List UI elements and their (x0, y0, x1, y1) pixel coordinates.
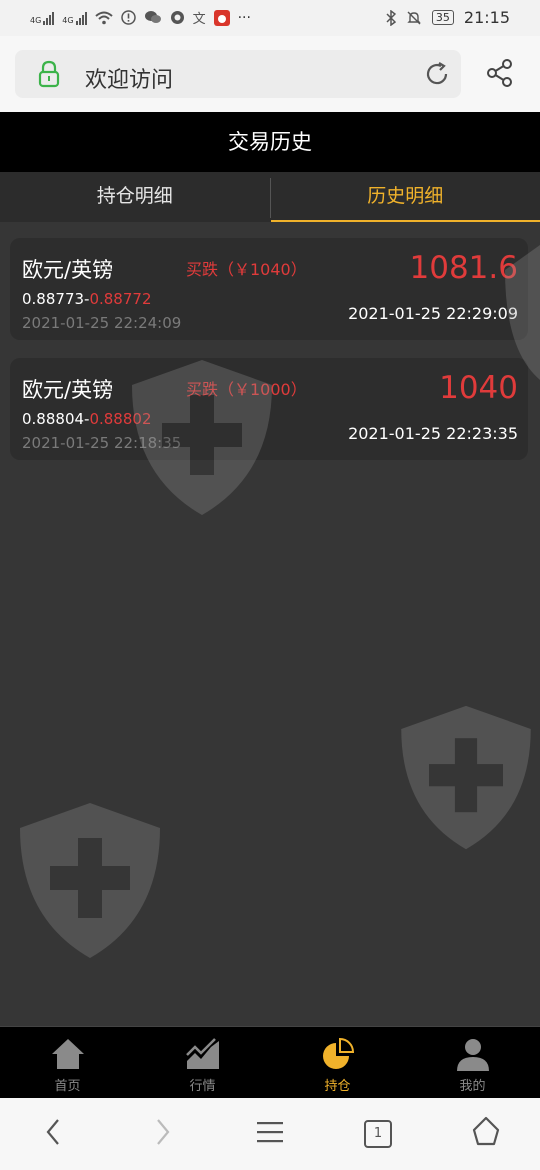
home-icon (51, 1039, 84, 1069)
shield-watermark-icon (20, 803, 160, 958)
tab-bar: 持仓明细 历史明细 (0, 172, 540, 222)
menu-icon[interactable] (255, 1114, 285, 1150)
reload-icon[interactable] (423, 60, 451, 88)
signal-icon-2: 4G (62, 11, 87, 25)
app-icon (170, 11, 184, 24)
share-icon[interactable] (486, 58, 514, 88)
signal-icon: 4G (30, 11, 55, 25)
more-notifications-icon: ··· (237, 9, 251, 26)
home-page-icon[interactable] (470, 1114, 502, 1150)
page-title-in-url: 欢迎访问 (85, 68, 174, 93)
status-bar: 4G 4G 文 ··· 35 21:15 (0, 0, 540, 36)
nav-home[interactable]: 首页 (0, 1027, 135, 1099)
close-time: 2021-01-25 22:23:35 (348, 424, 518, 443)
shield-watermark-icon (401, 705, 531, 850)
tab-positions[interactable]: 持仓明细 (0, 172, 270, 222)
market-chart-icon (185, 1038, 219, 1069)
page-header: 交易历史 (0, 112, 540, 172)
alert-icon (120, 10, 136, 25)
weibo-icon (213, 9, 230, 26)
network-type-label: 4G (30, 15, 42, 25)
wifi-icon (94, 11, 113, 24)
open-price: 0.88804 (22, 410, 85, 428)
clock: 21:15 (463, 8, 510, 27)
currency-pair: 欧元/英镑 (22, 258, 114, 282)
battery-icon: 35 (431, 10, 454, 25)
nav-market[interactable]: 行情 (135, 1027, 270, 1099)
nav-market-label: 行情 (189, 1079, 216, 1094)
shield-watermark-icon (505, 245, 540, 380)
nav-positions-label: 持仓 (324, 1079, 351, 1094)
forward-icon[interactable] (150, 1114, 174, 1150)
mute-bell-icon (407, 11, 421, 24)
nav-home-label: 首页 (54, 1079, 81, 1094)
currency-pair: 欧元/英镑 (22, 378, 114, 402)
tab-history[interactable]: 历史明细 (270, 172, 540, 222)
back-icon[interactable] (42, 1114, 66, 1150)
wechat-icon (144, 11, 161, 23)
bottom-tab-bar: 首页 行情 持仓 我的 (0, 1026, 540, 1099)
network-type-label-2: 4G (62, 15, 74, 25)
bluetooth-icon (386, 9, 396, 26)
user-icon (456, 1039, 489, 1071)
tabs-count-icon[interactable]: 1 (364, 1120, 392, 1148)
open-price: 0.88773 (22, 290, 85, 308)
nav-profile-label: 我的 (459, 1079, 486, 1094)
close-price: 0.88772 (89, 290, 152, 308)
browser-nav-bar: 1 (0, 1098, 540, 1170)
pie-icon (322, 1037, 354, 1069)
close-time: 2021-01-25 22:29:09 (348, 304, 518, 323)
address-field[interactable]: 欢迎访问 (15, 50, 461, 98)
page-title: 交易历史 (228, 130, 312, 154)
history-record[interactable]: 欧元/英镑 买跌（￥1040） 0.88773-0.88772 2021-01-… (10, 238, 528, 340)
price-range: 0.88773-0.88772 (22, 290, 152, 308)
nav-positions[interactable]: 持仓 (270, 1027, 405, 1099)
trade-direction: 买跌（￥1040） (186, 260, 307, 279)
browser-url-bar: 欢迎访问 (0, 36, 540, 112)
nav-profile[interactable]: 我的 (405, 1027, 540, 1099)
shield-watermark-icon (132, 360, 272, 515)
open-time: 2021-01-25 22:24:09 (22, 314, 182, 332)
lock-icon (38, 60, 60, 88)
translate-icon: 文 (192, 12, 206, 27)
